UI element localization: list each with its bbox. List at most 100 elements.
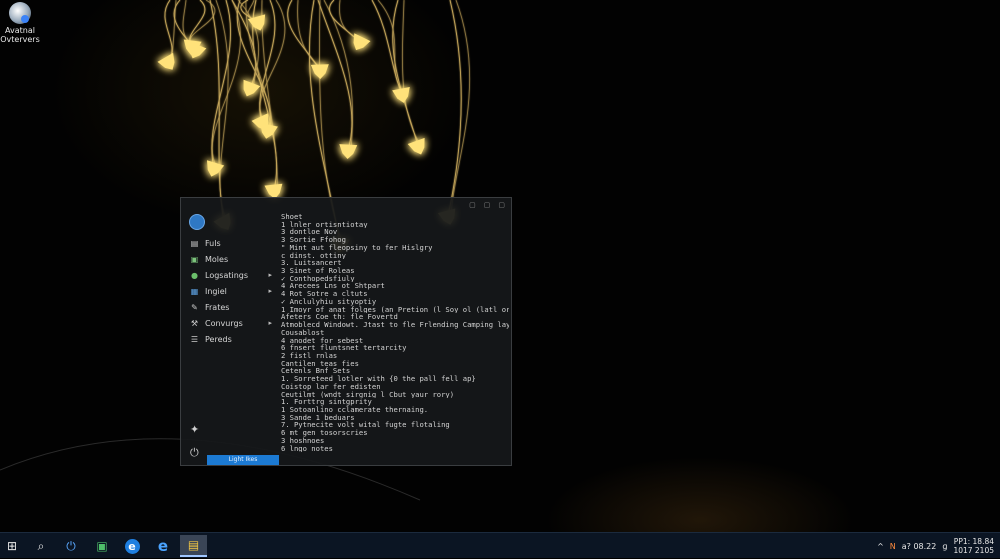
wrench-icon: ⚒	[190, 318, 199, 328]
store-button[interactable]: ▣	[90, 535, 114, 557]
light-wire	[392, 0, 419, 147]
glowing-light-bulb	[310, 64, 329, 79]
nav-item-fuls[interactable]: ▤ Fuls	[190, 236, 280, 250]
content-line[interactable]: 1. Forttrg sintgprity	[281, 398, 509, 406]
content-line[interactable]: 4 anodet for sebest	[281, 337, 509, 345]
network-icon[interactable]: ✦	[190, 424, 199, 436]
taskbar: ⊞ ⌕ ⏻ ▣ e e ▤ ^ N a? 08.22 ɡ PP1: 18.84 …	[0, 532, 1000, 558]
content-line[interactable]: 1 lnler ortisntiotay	[281, 221, 509, 229]
content-line[interactable]: 3 dontloe Nov	[281, 228, 509, 236]
nav-item-frates[interactable]: ✎ Frates	[190, 300, 280, 314]
nav-item-label: Moles	[205, 254, 229, 264]
content-line[interactable]: 2 fistl rnlas	[281, 352, 509, 360]
light-wire	[211, 0, 241, 169]
image-icon: ▣	[190, 254, 199, 264]
chevron-right-icon: ▸	[268, 271, 272, 279]
light-wire	[339, 0, 364, 43]
content-line[interactable]: ✓ Anclulyhiu sityoptiy	[281, 298, 509, 306]
tray-status-text[interactable]: a? 08.22	[902, 542, 937, 551]
nav-item-ingiel[interactable]: ▦ Ingiel ▸	[190, 284, 280, 298]
show-hidden-icons-chevron[interactable]: ^	[877, 542, 884, 551]
content-line[interactable]: 3 Sinet of Roleas	[281, 267, 509, 275]
content-line[interactable]: ✓ Conthopedsfiuly	[281, 275, 509, 283]
desktop: Avatnal Ovtervers ▢ ▢ ▢ ▤ Fuls ▣ Moles ●…	[0, 0, 1000, 532]
folder-icon: ▤	[187, 538, 200, 552]
minimize-button[interactable]: ▢	[469, 201, 476, 209]
content-line[interactable]: Ceutilmt (wndt sirgnig l Cbut yaur rory)	[281, 391, 509, 399]
system-tray: ^ N a? 08.22 ɡ PP1: 18.84 1017 2105	[877, 533, 994, 559]
content-line[interactable]: 3 hoshnoes	[281, 437, 509, 445]
search-button[interactable]: ⌕	[29, 535, 53, 557]
content-line[interactable]: Coistop lar fer edisten	[281, 383, 509, 391]
start-menu-rail: ▤ Fuls ▣ Moles ● Logsatings ▸ ▦ Ingiel ▸…	[181, 198, 279, 465]
chevron-right-icon: ▸	[268, 287, 272, 295]
content-line[interactable]: " Mint aut fleopsiny to fer Hislgry	[281, 244, 509, 252]
content-line[interactable]: 1 Sotoanlino cclamerate thernaing.	[281, 406, 509, 414]
start-button[interactable]: ⊞	[0, 535, 24, 557]
light-wire	[215, 0, 229, 223]
glowing-light-bulb	[157, 52, 175, 70]
content-line[interactable]: 4 Arecees Lns ot Shtpart	[281, 282, 509, 290]
content-line[interactable]: c dinst. ottiny	[281, 252, 509, 260]
glowing-light-bulb	[247, 14, 266, 31]
window-controls: ▢ ▢ ▢	[469, 201, 505, 209]
search-icon: ⌕	[37, 538, 45, 553]
clock[interactable]: PP1: 18.84 1017 2105	[953, 537, 994, 555]
start-menu-content-list: Shoet 1 lnler ortisntiotay 3 dontloe Nov 3 …	[281, 213, 509, 452]
content-line[interactable]: Cetenls Bnf Sets	[281, 367, 509, 375]
nav-item-convurgs[interactable]: ⚒ Convurgs ▸	[190, 316, 280, 330]
power-icon[interactable]: ⏻	[190, 447, 199, 459]
pencil-icon: ✎	[191, 302, 198, 312]
content-line[interactable]: 3 Sortie Ffohog	[281, 236, 509, 244]
nav-item-label: Logsatings	[205, 270, 249, 280]
content-line[interactable]: Cantilen teas fies	[281, 360, 509, 368]
ie-button[interactable]: e	[151, 535, 175, 557]
pictures-icon: ▦	[190, 286, 199, 296]
desktop-shortcut-label-1: Avatnal	[5, 26, 35, 35]
content-line[interactable]: 4 Rot Sotre a cltuts	[281, 290, 509, 298]
light-wire	[252, 0, 278, 191]
nav-item-label: Frates	[205, 302, 230, 312]
nav-item-pereds[interactable]: ☰ Pereds	[190, 332, 280, 346]
glowing-light-bulb	[339, 144, 358, 159]
content-line[interactable]: Atmoblecd Windowt. Jtast to fle Frlendin…	[281, 321, 509, 329]
light-wire	[287, 0, 321, 71]
document-icon: ▤	[190, 238, 199, 248]
content-line[interactable]: 6 lngo notes	[281, 445, 509, 453]
content-line[interactable]: Shoet	[281, 213, 509, 221]
edge-button[interactable]: e	[120, 535, 144, 557]
content-line[interactable]: 6 mt gen tosorscries	[281, 429, 509, 437]
power-app-button[interactable]: ⏻	[59, 535, 83, 557]
light-wire	[323, 0, 353, 151]
globe-icon: ●	[191, 270, 198, 280]
maximize-button[interactable]: ▢	[484, 201, 491, 209]
store-icon: ▣	[96, 539, 108, 553]
content-line[interactable]: Cousablost	[281, 329, 509, 337]
content-line[interactable]: Afeters Coe th: fle Fovertd	[281, 313, 509, 321]
app-shortcut-icon	[9, 2, 31, 24]
desktop-shortcut[interactable]: Avatnal Ovtervers	[0, 2, 40, 44]
windows-logo-icon: ⊞	[6, 539, 18, 553]
content-line[interactable]: 1. Sorreteed lotler with {0 the pall fel…	[281, 375, 509, 383]
user-avatar[interactable]	[189, 214, 205, 230]
desktop-shortcut-label-2: Ovtervers	[0, 35, 40, 44]
light-wire	[164, 0, 173, 63]
list-icon: ☰	[190, 334, 199, 344]
power-icon: ⏻	[66, 538, 76, 553]
nav-item-logsatings[interactable]: ● Logsatings ▸	[190, 268, 280, 282]
nav-item-label: Fuls	[205, 238, 221, 248]
light-wire	[237, 0, 260, 89]
content-line[interactable]: 6 fnsert fluntsnet tertarcity	[281, 344, 509, 352]
tray-extra[interactable]: ɡ	[942, 542, 947, 551]
nav-item-moles[interactable]: ▣ Moles	[190, 252, 280, 266]
close-button[interactable]: ▢	[498, 201, 505, 209]
light-ikes-button[interactable]: Light Ikes	[207, 455, 279, 465]
content-line[interactable]: 1 Imoyr of anat folges (an Pretion (l So…	[281, 306, 509, 314]
file-explorer-button[interactable]: ▤	[180, 535, 207, 557]
content-line[interactable]: 3. Luitsancert	[281, 259, 509, 267]
content-line[interactable]: 3 Sande 1 beduars	[281, 414, 509, 422]
light-wire	[377, 0, 406, 95]
tray-indicator[interactable]: N	[890, 542, 896, 551]
light-wire	[447, 0, 462, 217]
content-line[interactable]: 7. Pytnecite volt wital fugte flotaling	[281, 421, 509, 429]
